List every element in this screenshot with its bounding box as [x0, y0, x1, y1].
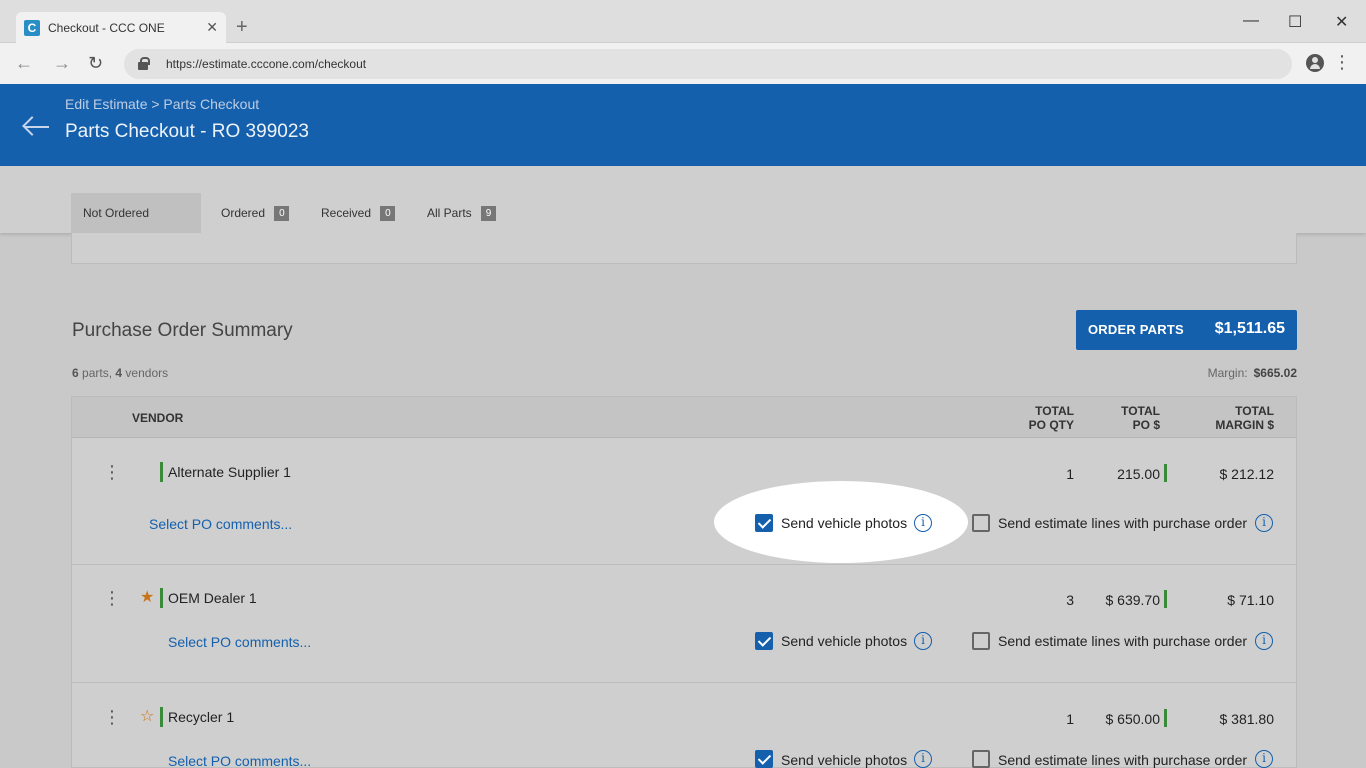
send-vehicle-photos-label: Send vehicle photos [781, 752, 908, 768]
minimize-icon[interactable]: — [1243, 12, 1259, 30]
margin-summary: Margin: $665.02 [1207, 366, 1297, 380]
previous-card-edge [71, 233, 1297, 264]
app-header: Edit Estimate > Parts Checkout Parts Che… [0, 84, 1366, 166]
tab-count-badge: 9 [481, 206, 497, 222]
ccc-favicon-icon: C [24, 20, 40, 36]
vendor-name: Recycler 1 [168, 709, 235, 725]
close-window-icon[interactable]: ✕ [1335, 12, 1348, 32]
po-status-bar [1164, 464, 1167, 482]
send-vehicle-photos-checkbox[interactable] [755, 514, 773, 532]
lock-icon [138, 57, 150, 70]
back-arrow-icon[interactable] [22, 116, 50, 137]
send-estimate-lines-checkbox[interactable] [972, 514, 990, 532]
send-estimate-lines-label: Send estimate lines with purchase order [998, 633, 1248, 649]
margin-amount: $ 212.12 [1219, 466, 1275, 482]
profile-icon[interactable] [1306, 54, 1324, 72]
select-po-comments-link[interactable]: Select PO comments... [149, 516, 292, 532]
row-menu-icon[interactable] [103, 463, 121, 481]
po-qty: 1 [1066, 711, 1074, 727]
new-tab-icon[interactable]: + [236, 17, 248, 37]
margin-amount: $ 71.10 [1227, 592, 1274, 608]
tab-label: All Parts [427, 206, 472, 220]
total-po-amount-header: TOTAL PO $ [1121, 404, 1160, 432]
preferred-star-outline-icon[interactable]: ☆ [140, 709, 154, 725]
vendor-name: Alternate Supplier 1 [168, 464, 291, 480]
po-amount: $ 650.00 [1105, 711, 1161, 727]
po-amount: $ 639.70 [1105, 592, 1161, 608]
row-menu-icon[interactable] [103, 589, 121, 607]
info-icon[interactable]: i [914, 750, 932, 768]
total-margin-header: TOTAL MARGIN $ [1215, 404, 1274, 432]
breadcrumb[interactable]: Edit Estimate > Parts Checkout [65, 96, 259, 112]
select-po-comments-link[interactable]: Select PO comments... [168, 753, 311, 768]
po-qty: 3 [1066, 592, 1074, 608]
browser-toolbar: ← → ↻ https://estimate.cccone.com/checko… [0, 43, 1366, 84]
vendor-name: OEM Dealer 1 [168, 590, 257, 606]
vendor-status-bar [160, 462, 163, 482]
purchase-order-summary-title: Purchase Order Summary [72, 320, 293, 341]
margin-amount: $ 381.80 [1219, 711, 1275, 727]
tab-label: Received [321, 206, 372, 220]
browser-tabstrip: C Checkout - CCC ONE ✕ + — ☐ ✕ [0, 0, 1366, 44]
info-icon[interactable]: i [914, 514, 932, 532]
select-po-comments-link[interactable]: Select PO comments... [168, 634, 311, 650]
po-qty: 1 [1066, 466, 1074, 482]
url-text: https://estimate.cccone.com/checkout [166, 57, 367, 71]
send-estimate-lines-checkbox[interactable] [972, 632, 990, 650]
purchase-order-table: VENDOR TOTAL PO QTY TOTAL PO $ TOTAL MARGIN… [71, 396, 1297, 768]
tab-all-parts[interactable]: All Parts 9 [415, 193, 508, 233]
row-menu-icon[interactable] [103, 708, 121, 726]
maximize-icon[interactable]: ☐ [1288, 12, 1302, 32]
browser-menu-icon[interactable]: ⋮ [1333, 51, 1351, 73]
order-total: $1,511.65 [1214, 320, 1285, 337]
tab-count-badge: 0 [380, 206, 396, 222]
send-estimate-lines-checkbox[interactable] [972, 750, 990, 768]
tab-ordered[interactable]: Ordered 0 [209, 193, 301, 233]
info-icon[interactable]: i [914, 632, 932, 650]
po-status-bar [1164, 709, 1167, 727]
table-row: ★ OEM Dealer 1 3 $ 639.70 $ 71.10 Select… [72, 565, 1296, 683]
vendor-status-bar [160, 588, 163, 608]
tab-label: Ordered [221, 206, 266, 220]
close-tab-icon[interactable]: ✕ [206, 19, 218, 36]
send-vehicle-photos-checkbox[interactable] [755, 750, 773, 768]
table-header: VENDOR TOTAL PO QTY TOTAL PO $ TOTAL MARGIN… [72, 397, 1296, 438]
forward-nav-icon[interactable]: → [53, 53, 71, 73]
page-title: Parts Checkout - RO 399023 [65, 121, 309, 142]
tab-title: Checkout - CCC ONE [48, 21, 165, 35]
tab-count-badge: 0 [274, 206, 290, 222]
parts-vendors-count: 6 parts, 4 vendors [72, 366, 169, 380]
send-vehicle-photos-checkbox[interactable] [755, 632, 773, 650]
send-vehicle-photos-label: Send vehicle photos [781, 633, 908, 649]
po-amount: 215.00 [1117, 466, 1160, 482]
vendor-column-header: VENDOR [132, 411, 184, 425]
tab-received[interactable]: Received 0 [309, 193, 407, 233]
send-estimate-lines-label: Send estimate lines with purchase order [998, 515, 1248, 531]
address-bar[interactable]: https://estimate.cccone.com/checkout [124, 49, 1292, 79]
reload-icon[interactable]: ↻ [88, 53, 103, 73]
browser-tab[interactable]: C Checkout - CCC ONE ✕ [16, 12, 226, 44]
info-icon[interactable]: i [1255, 632, 1273, 650]
order-parts-button[interactable]: ORDER PARTS $1,511.65 [1076, 310, 1297, 350]
parts-tabs-band: Not Ordered 9 Ordered 0 Received 0 All P… [0, 166, 1366, 262]
send-estimate-lines-label: Send estimate lines with purchase order [998, 752, 1248, 768]
info-icon[interactable]: i [1255, 514, 1273, 532]
preferred-star-filled-icon[interactable]: ★ [140, 590, 154, 606]
table-row: Alternate Supplier 1 1 215.00 $ 212.12 S… [72, 439, 1296, 565]
back-nav-icon[interactable]: ← [15, 53, 33, 73]
info-icon[interactable]: i [1255, 750, 1273, 768]
total-po-qty-header: TOTAL PO QTY [1028, 404, 1074, 432]
vendor-status-bar [160, 707, 163, 727]
order-parts-label: ORDER PARTS [1088, 322, 1184, 337]
po-status-bar [1164, 590, 1167, 608]
send-vehicle-photos-label: Send vehicle photos [781, 515, 908, 531]
tab-label: Not Ordered [83, 206, 150, 220]
tab-not-ordered[interactable]: Not Ordered 9 [71, 193, 201, 262]
